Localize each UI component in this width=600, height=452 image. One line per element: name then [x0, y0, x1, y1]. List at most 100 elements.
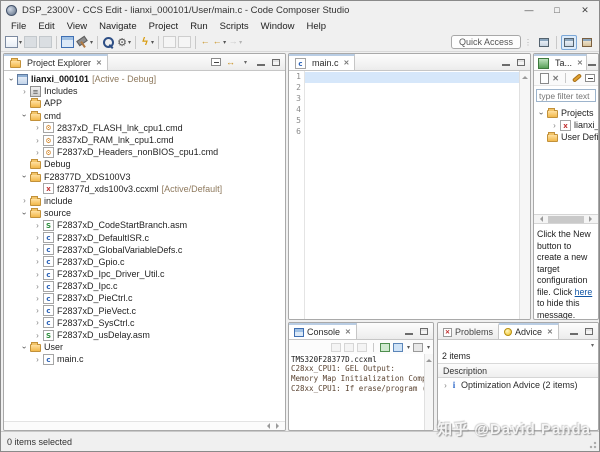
scroll-up-icon[interactable]	[426, 356, 432, 362]
tree-item[interactable]: › c main.c	[4, 353, 285, 365]
tree-item[interactable]: › F28377D_XDS100V3	[4, 171, 285, 183]
tree-item[interactable]: › include	[4, 195, 285, 207]
display-selected-console-icon[interactable]	[392, 342, 403, 352]
expander-icon[interactable]: ›	[33, 221, 42, 230]
expander-icon[interactable]: ›	[20, 343, 29, 352]
tree-item[interactable]: › c F2837xD_GlobalVariableDefs.c	[4, 244, 285, 256]
editor-content[interactable]	[305, 71, 519, 319]
tree-item[interactable]: ›xlianxi_000101	[534, 119, 598, 131]
new-wizard-button[interactable]: ▾	[5, 35, 22, 50]
search-button[interactable]	[102, 35, 115, 50]
dropdown-icon[interactable]: ▾	[151, 39, 154, 46]
tree-item[interactable]: › c F2837xD_PieCtrl.c	[4, 292, 285, 304]
expander-icon[interactable]: ›	[33, 318, 42, 327]
dropdown-icon[interactable]: ▾	[223, 39, 226, 46]
tree-item[interactable]: APP	[4, 97, 285, 109]
menu-run[interactable]: Run	[184, 21, 213, 32]
tab-main-c[interactable]: c main.c ✕	[289, 54, 356, 70]
tree-item[interactable]: › source	[4, 207, 285, 219]
expander-icon[interactable]: ›	[33, 233, 42, 242]
expander-icon[interactable]: ›	[33, 282, 42, 291]
expander-icon[interactable]: ›	[441, 381, 450, 390]
maximize-view-icon[interactable]	[270, 57, 281, 68]
tree-item[interactable]: User Defined	[534, 131, 598, 143]
expander-icon[interactable]: ›	[20, 172, 29, 181]
close-icon[interactable]: ✕	[344, 59, 350, 67]
wrench-icon[interactable]	[571, 73, 583, 83]
scroll-left-icon[interactable]	[537, 216, 543, 222]
save-button[interactable]	[24, 35, 38, 50]
menu-help[interactable]: Help	[300, 21, 332, 32]
minimize-view-icon[interactable]	[255, 57, 266, 68]
launch-config-button[interactable]: ⚙ ▾	[117, 35, 131, 50]
back-button[interactable]: ← ▾	[212, 35, 227, 50]
pin-console-icon[interactable]	[356, 342, 367, 352]
horizontal-scrollbar[interactable]	[534, 214, 598, 224]
scroll-up-icon[interactable]	[522, 73, 528, 79]
dropdown-icon[interactable]: ▾	[128, 39, 131, 46]
expander-icon[interactable]: ›	[33, 270, 42, 279]
expander-icon[interactable]: ›	[33, 136, 42, 145]
expander-icon[interactable]: ›	[20, 209, 29, 218]
view-menu-icon[interactable]: ▾	[591, 342, 594, 349]
quick-access-button[interactable]: Quick Access	[450, 35, 521, 49]
horizontal-scrollbar[interactable]	[4, 421, 285, 430]
close-icon[interactable]: ✕	[577, 59, 583, 67]
expander-icon[interactable]: ›	[33, 257, 42, 266]
expander-icon[interactable]: ›	[33, 245, 42, 254]
previous-annotation-button[interactable]	[163, 35, 177, 50]
console-output[interactable]: TMS320F28377D.ccxml C28xx_CPU1: GEL Outp…	[289, 354, 433, 395]
close-icon[interactable]: ✕	[547, 328, 553, 336]
menu-file[interactable]: File	[5, 21, 32, 32]
minimize-view-icon[interactable]	[587, 57, 598, 68]
expander-icon[interactable]: ›	[20, 111, 29, 120]
menu-edit[interactable]: Edit	[32, 21, 60, 32]
debug-button[interactable]	[61, 35, 75, 50]
scroll-right-icon[interactable]	[589, 216, 595, 222]
view-menu-icon[interactable]: ▾	[240, 57, 251, 68]
show-console-icon[interactable]	[379, 342, 390, 352]
link-with-editor-icon[interactable]: ↔	[225, 57, 236, 68]
menu-view[interactable]: View	[61, 21, 93, 32]
clear-console-icon[interactable]	[330, 342, 341, 352]
description-column-header[interactable]: Description	[438, 364, 598, 378]
open-console-icon[interactable]	[412, 342, 423, 352]
minimize-window-icon[interactable]: —	[515, 1, 543, 19]
close-window-icon[interactable]: ✕	[571, 1, 599, 19]
maximize-view-icon[interactable]	[515, 57, 526, 68]
vertical-scrollbar[interactable]	[424, 354, 433, 430]
dropdown-icon[interactable]: ▾	[427, 344, 430, 351]
scroll-lock-icon[interactable]	[343, 342, 354, 352]
dropdown-icon[interactable]: ▾	[19, 39, 22, 46]
tab-problems[interactable]: ✕ Problems	[438, 323, 500, 339]
expander-icon[interactable]: ›	[7, 75, 16, 84]
tree-item[interactable]: › S F2837xD_usDelay.asm	[4, 329, 285, 341]
expander-icon[interactable]: ›	[33, 355, 42, 364]
forward-button[interactable]: → ▾	[228, 35, 243, 50]
expander-icon[interactable]: ›	[33, 123, 42, 132]
tree-item[interactable]: › c F2837xD_SysCtrl.c	[4, 317, 285, 329]
tab-advice[interactable]: Advice ✕	[499, 323, 559, 339]
tree-item[interactable]: › User	[4, 341, 285, 353]
collapse-all-icon[interactable]	[210, 57, 221, 68]
dropdown-icon[interactable]: ▾	[239, 39, 242, 46]
tree-item[interactable]: › c F2837xD_Ipc.c	[4, 280, 285, 292]
dropdown-icon[interactable]: ▾	[90, 39, 93, 46]
scroll-left-icon[interactable]	[264, 423, 270, 429]
expander-icon[interactable]: ›	[33, 294, 42, 303]
save-all-button[interactable]	[39, 35, 53, 50]
tree-item[interactable]: › c F2837xD_Gpio.c	[4, 256, 285, 268]
tree-item[interactable]: › lianxi_000101 [Active - Debug]	[4, 73, 285, 85]
editor-body[interactable]: 1 2 3 4 5 6	[289, 71, 530, 319]
close-icon[interactable]: ✕	[345, 328, 351, 336]
expander-icon[interactable]: ›	[537, 109, 546, 118]
vertical-scrollbar[interactable]	[519, 71, 530, 319]
tab-target-configurations[interactable]: Ta... ✕	[534, 54, 587, 70]
maximize-window-icon[interactable]: □	[543, 1, 571, 19]
build-button[interactable]: ▾	[76, 35, 93, 50]
filter-field[interactable]	[536, 89, 596, 102]
expander-icon[interactable]: ›	[33, 148, 42, 157]
tab-console[interactable]: Console ✕	[289, 323, 357, 339]
resize-grip[interactable]	[587, 439, 597, 449]
next-annotation-button[interactable]	[178, 35, 192, 50]
